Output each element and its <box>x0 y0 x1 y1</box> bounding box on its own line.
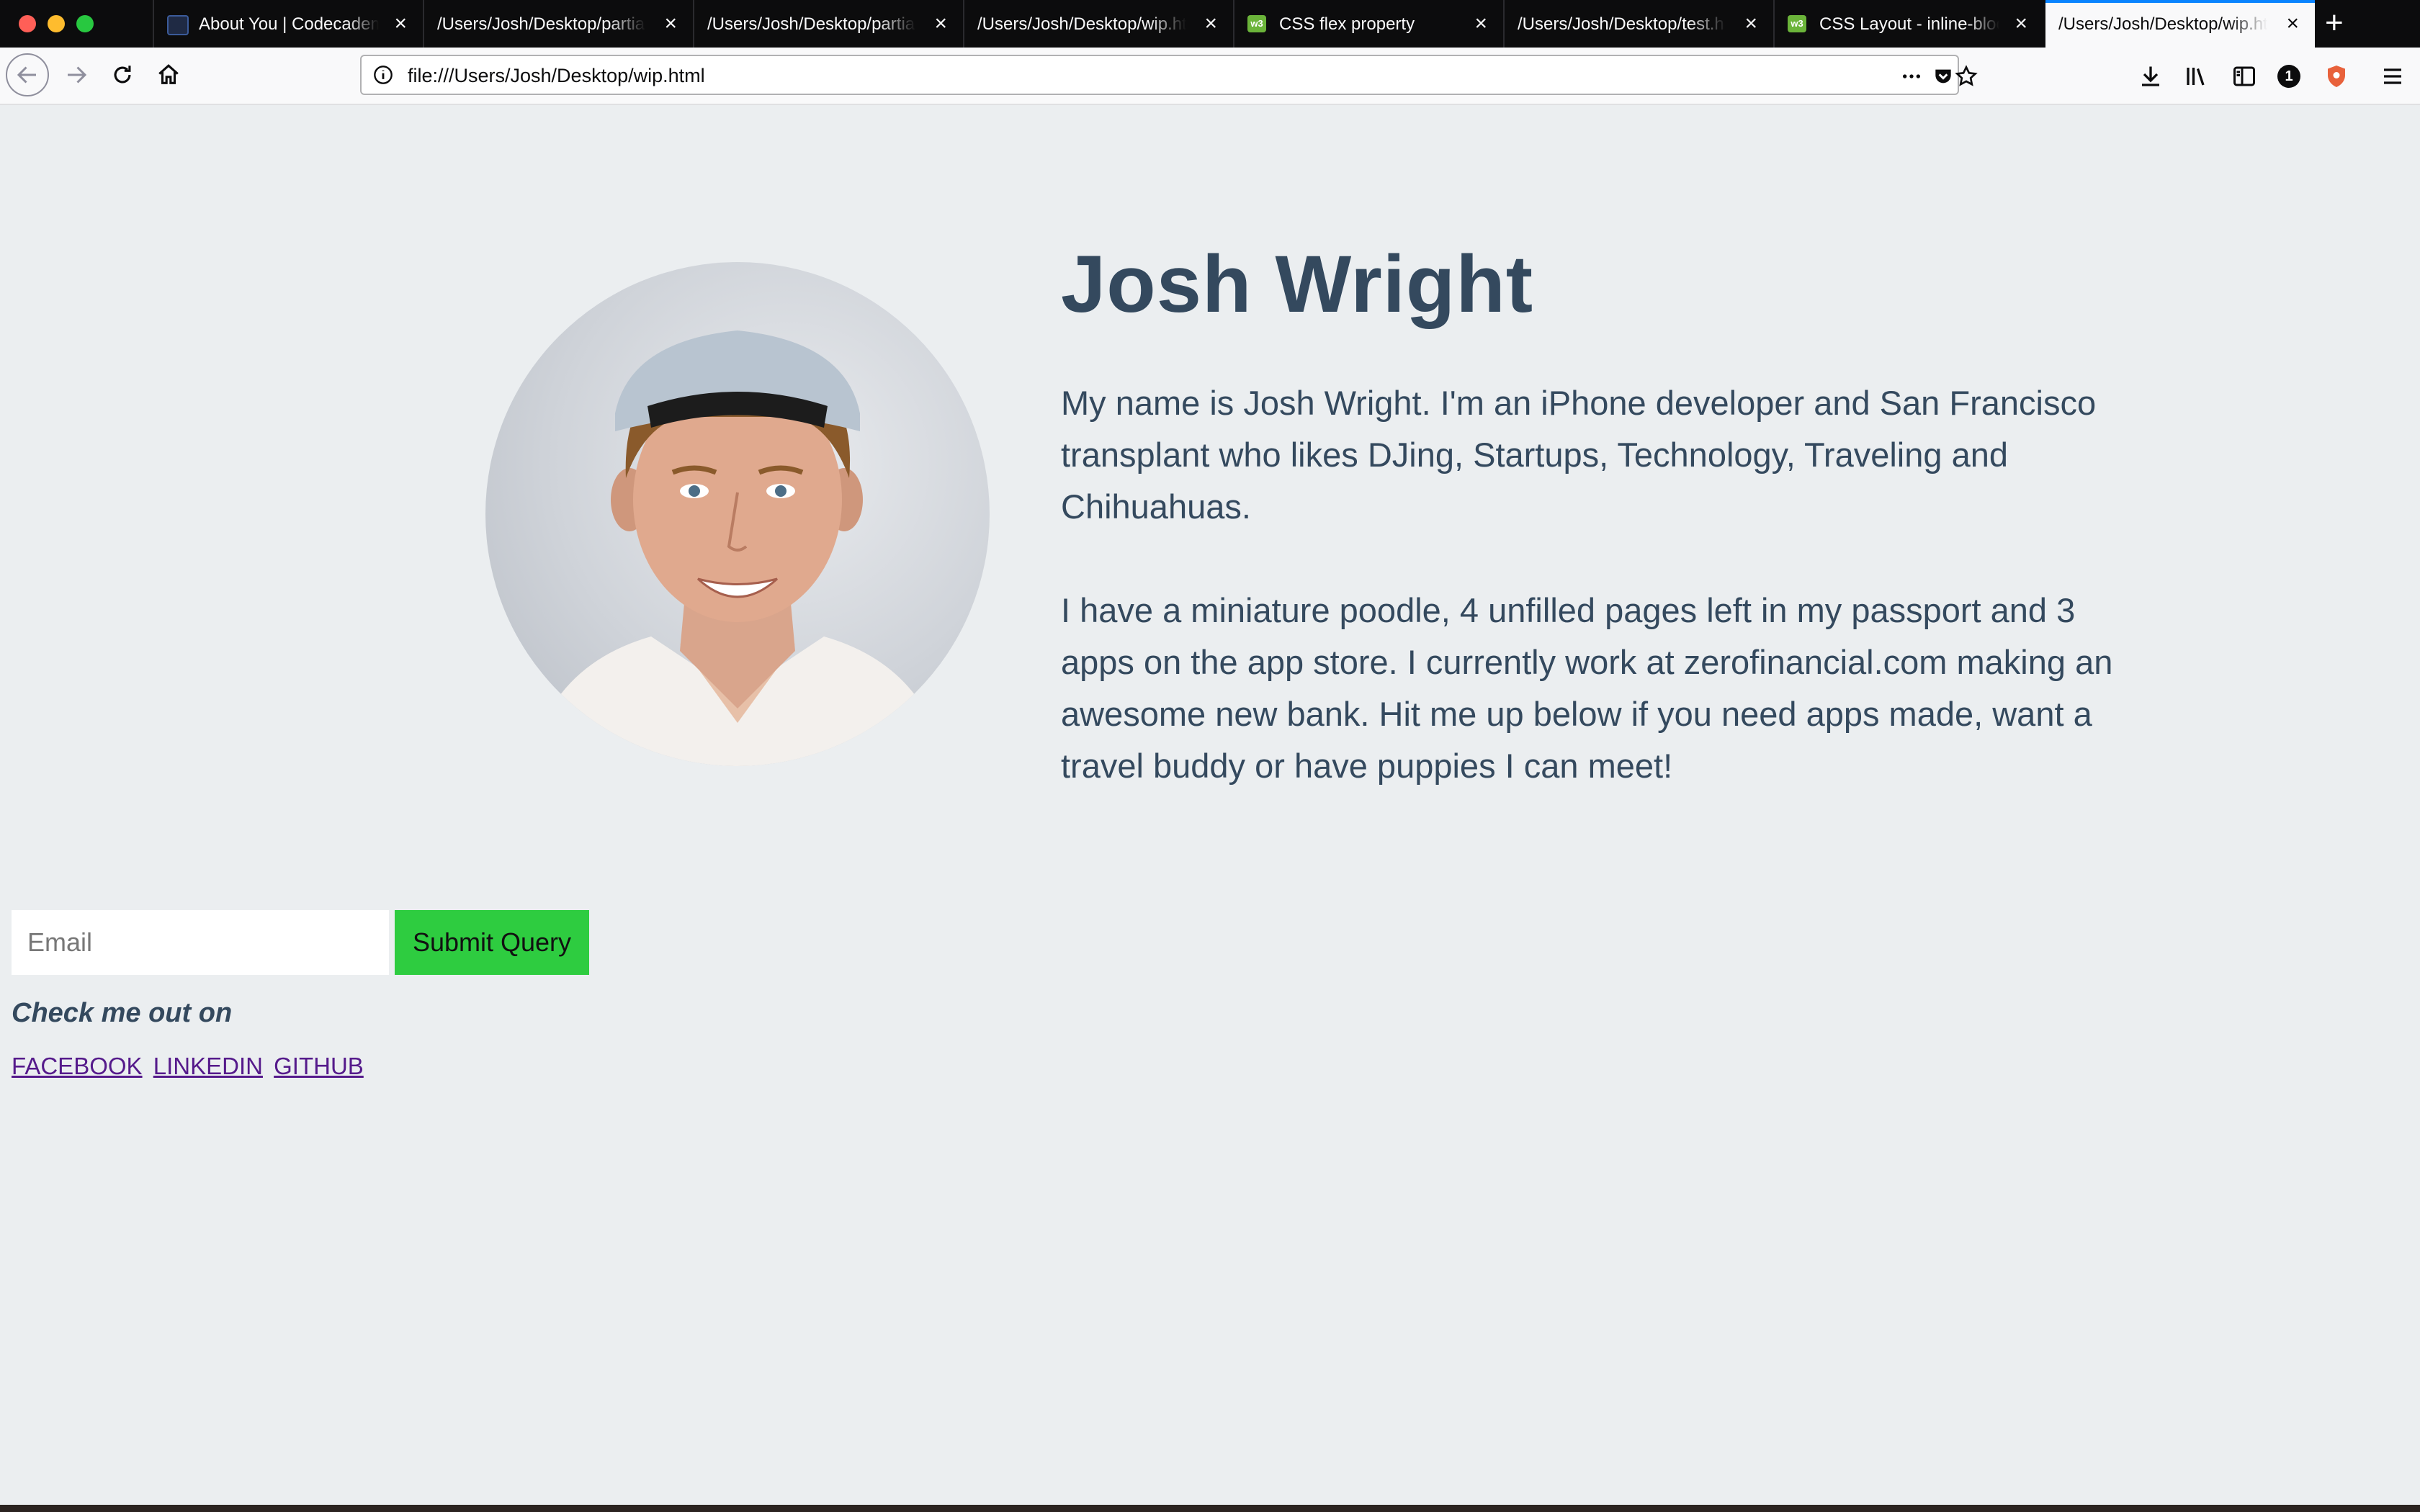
info-icon[interactable] <box>373 65 393 85</box>
minimize-window-button[interactable] <box>48 15 65 32</box>
submit-query-button[interactable]: Submit Query <box>395 910 589 975</box>
close-tab-icon[interactable]: × <box>1474 13 1487 35</box>
tab-title: /Users/Josh/Desktop/test.h <box>1518 14 1724 34</box>
bio-paragraph-2: I have a miniature poodle, 4 unfilled pa… <box>1061 591 2113 785</box>
w3schools-icon: w3 <box>1788 15 1806 32</box>
tab-test[interactable]: /Users/Josh/Desktop/test.h × <box>1503 0 1773 48</box>
close-tab-icon[interactable]: × <box>394 13 407 35</box>
w3schools-icon: w3 <box>1247 15 1266 32</box>
tab-title: /Users/Josh/Desktop/partial <box>437 14 646 34</box>
downloads-icon[interactable] <box>2138 63 2164 89</box>
tab-codecademy[interactable]: About You | Codecadem × <box>153 0 423 48</box>
password-manager-badge[interactable]: 1 <box>2277 65 2300 88</box>
facebook-link[interactable]: FACEBOOK <box>12 1053 143 1079</box>
email-input[interactable] <box>12 910 389 975</box>
home-button[interactable] <box>153 59 184 91</box>
reload-button[interactable] <box>107 59 138 91</box>
hamburger-menu-icon[interactable] <box>2380 63 2406 89</box>
close-tab-icon[interactable]: × <box>2015 13 2027 35</box>
close-window-button[interactable] <box>19 15 36 32</box>
back-arrow-icon <box>17 66 36 84</box>
close-tab-icon[interactable]: × <box>1744 13 1757 35</box>
tab-partial-2[interactable]: /Users/Josh/Desktop/partial × <box>693 0 963 48</box>
tab-title: CSS Layout - inline-bloc <box>1819 14 1999 34</box>
close-tab-icon[interactable]: × <box>2286 13 2299 35</box>
github-link[interactable]: GITHUB <box>274 1053 364 1079</box>
check-me-out-heading: Check me out on <box>12 998 233 1028</box>
home-icon <box>158 64 179 84</box>
sidebar-icon[interactable] <box>2231 63 2257 89</box>
shield-extension-icon[interactable] <box>2323 63 2349 89</box>
tab-strip: About You | Codecadem × /Users/Josh/Desk… <box>0 0 2420 48</box>
close-tab-icon[interactable]: × <box>934 13 947 35</box>
profile-photo <box>485 262 990 766</box>
tab-css-layout[interactable]: w3 CSS Layout - inline-bloc × <box>1773 0 2043 48</box>
tab-wip-active[interactable]: /Users/Josh/Desktop/wip.ht × <box>2045 0 2315 48</box>
tab-title: /Users/Josh/Desktop/wip.ht <box>977 14 1186 34</box>
close-tab-icon[interactable]: × <box>664 13 677 35</box>
codecademy-icon <box>167 15 189 35</box>
maximize-window-button[interactable] <box>76 15 94 32</box>
page-actions-icon[interactable] <box>1900 65 1923 88</box>
tab-css-flex[interactable]: w3 CSS flex property × <box>1233 0 1503 48</box>
bio-paragraph-1: My name is Josh Wright. I'm an iPhone de… <box>1061 384 2097 526</box>
tab-title: About You | Codecadem <box>199 14 379 34</box>
back-button[interactable] <box>6 53 49 96</box>
tab-partial-1[interactable]: /Users/Josh/Desktop/partial × <box>423 0 693 48</box>
pocket-icon[interactable] <box>1932 65 1955 88</box>
forward-arrow-icon <box>68 66 87 84</box>
social-links: FACEBOOK LINKEDIN GITHUB <box>12 1053 368 1080</box>
tab-wip-1[interactable]: /Users/Josh/Desktop/wip.ht × <box>963 0 1233 48</box>
new-tab-button[interactable]: + <box>2325 7 2344 39</box>
profile-name: Josh Wright <box>1061 239 1534 329</box>
navigation-toolbar: file:///Users/Josh/Desktop/wip.html 1 <box>0 48 2420 105</box>
tab-title: CSS flex property <box>1279 14 1415 34</box>
desktop-edge <box>0 1505 2420 1512</box>
person-photo-illustration <box>529 330 946 766</box>
url-text[interactable]: file:///Users/Josh/Desktop/wip.html <box>408 65 705 87</box>
forward-button[interactable] <box>60 59 92 91</box>
linkedin-link[interactable]: LINKEDIN <box>153 1053 263 1079</box>
tab-title: /Users/Josh/Desktop/partial <box>707 14 916 34</box>
address-bar[interactable]: file:///Users/Josh/Desktop/wip.html <box>360 55 1978 95</box>
tab-title: /Users/Josh/Desktop/wip.ht <box>2058 14 2267 34</box>
reload-icon <box>114 66 131 84</box>
library-icon[interactable] <box>2184 63 2210 89</box>
close-tab-icon[interactable]: × <box>1204 13 1217 35</box>
bookmark-star-icon[interactable] <box>1955 65 1978 88</box>
